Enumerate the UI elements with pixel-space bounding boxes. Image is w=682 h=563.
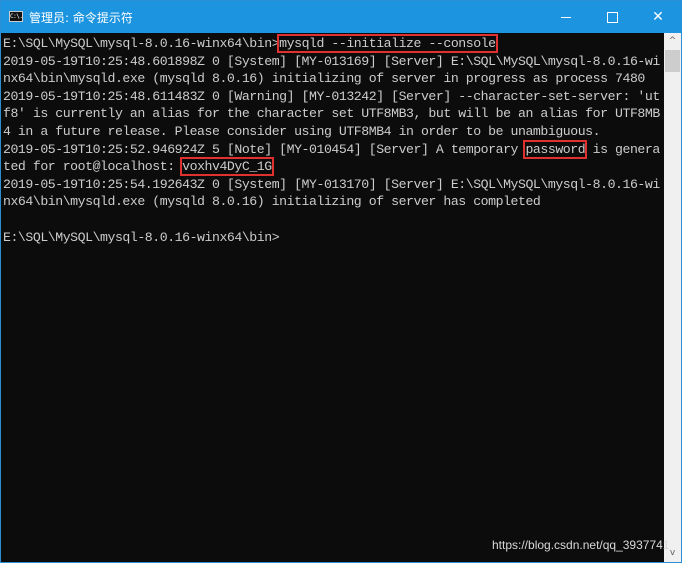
console-text: E:\SQL\MySQL\mysql-8.0.16-winx64\bin> (3, 229, 280, 245)
console-line: 2019-05-19T10:25:48.611483Z 0 [Warning] … (3, 88, 660, 106)
console-text: nx64\bin\mysqld.exe (mysqld 8.0.16) init… (3, 71, 645, 87)
chevron-down-icon: v (669, 548, 676, 558)
console-text: is genera (585, 141, 661, 157)
highlighted-text: voxhv4DyC_1G (180, 157, 274, 177)
console-text: 2019-05-19T10:25:48.601898Z 0 [System] [… (3, 53, 660, 69)
highlighted-text: mysqld --initialize --console (277, 34, 498, 53)
minimize-button[interactable] (543, 1, 589, 33)
console-text: ted for root@localhost: (3, 159, 183, 175)
command-prompt-window: C:\. 管理员: 命令提示符 ✕ E:\SQL\MySQL\mysql-8.0… (0, 0, 682, 563)
minimize-icon (561, 16, 571, 18)
chevron-up-icon: ^ (668, 36, 677, 46)
title-bar[interactable]: C:\. 管理员: 命令提示符 ✕ (1, 1, 681, 33)
console-line: 4 in a future release. Please consider u… (3, 123, 660, 141)
console-text: 2019-05-19T10:25:54.192643Z 0 [System] [… (3, 176, 660, 192)
vertical-scrollbar[interactable]: ^ v (664, 33, 681, 562)
console-line: 2019-05-19T10:25:52.946924Z 5 [Note] [MY… (3, 139, 661, 159)
highlighted-text: password (523, 139, 588, 159)
console-line: 2019-05-19T10:25:48.601898Z 0 [System] [… (3, 53, 660, 71)
watermark: https://blog.csdn.net/qq_3937741 (492, 538, 670, 552)
scroll-up-button[interactable]: ^ (664, 33, 681, 50)
console-line: nx64\bin\mysqld.exe (mysqld 8.0.16) init… (3, 70, 660, 88)
console-line: f8' is currently an alias for the charac… (3, 105, 660, 123)
console-text: 4 in a future release. Please consider u… (3, 123, 601, 139)
console-text: 2019-05-19T10:25:48.611483Z 0 [Warning] … (3, 88, 660, 104)
close-button[interactable]: ✕ (635, 1, 681, 33)
console-line: 2019-05-19T10:25:54.192643Z 0 [System] [… (3, 176, 660, 194)
console-lines: E:\SQL\MySQL\mysql-8.0.16-winx64\bin>mys… (3, 34, 661, 247)
console-line: E:\SQL\MySQL\mysql-8.0.16-winx64\bin> (3, 229, 660, 247)
scrollbar-thumb[interactable] (665, 50, 680, 72)
console-text: f8' is currently an alias for the charac… (3, 106, 660, 122)
close-icon: ✕ (652, 9, 664, 25)
console-line: E:\SQL\MySQL\mysql-8.0.16-winx64\bin>mys… (3, 34, 660, 53)
maximize-button[interactable] (589, 1, 635, 33)
console-text: 2019-05-19T10:25:52.946924Z 5 [Note] [MY… (3, 141, 526, 157)
console-text: E:\SQL\MySQL\mysql-8.0.16-winx64\bin> (3, 36, 280, 51)
console-line: nx64\bin\mysqld.exe (mysqld 8.0.16) init… (3, 193, 660, 211)
console-line: ted for root@localhost: voxhv4DyC_1G (3, 157, 660, 177)
maximize-icon (606, 11, 618, 23)
console-output[interactable]: E:\SQL\MySQL\mysql-8.0.16-winx64\bin>mys… (1, 33, 664, 562)
console-text: nx64\bin\mysqld.exe (mysqld 8.0.16) init… (3, 194, 541, 210)
cmd-icon[interactable]: C:\. (9, 11, 23, 22)
window-title: 管理员: 命令提示符 (29, 11, 133, 25)
